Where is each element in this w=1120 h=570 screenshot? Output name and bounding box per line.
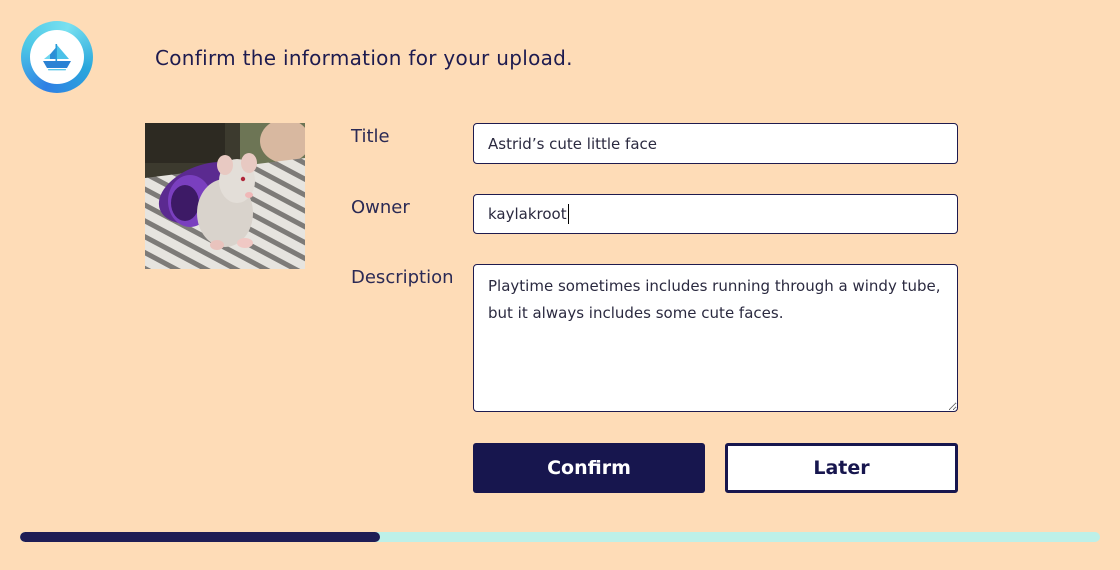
title-input[interactable] <box>473 123 958 164</box>
later-button[interactable]: Later <box>725 443 958 493</box>
upload-preview-image <box>145 123 305 269</box>
confirm-button[interactable]: Confirm <box>473 443 705 493</box>
app-logo <box>21 21 93 93</box>
title-label: Title <box>351 126 390 147</box>
description-label: Description <box>351 267 454 288</box>
logo-badge <box>30 30 84 84</box>
text-cursor <box>567 204 569 224</box>
owner-input[interactable]: kaylakroot <box>473 194 958 234</box>
page-title: Confirm the information for your upload. <box>155 46 573 70</box>
description-textarea[interactable]: Playtime sometimes includes running thro… <box>473 264 958 412</box>
progress-bar <box>20 532 1100 542</box>
ship-icon <box>43 44 71 71</box>
progress-fill <box>20 532 380 542</box>
owner-input-value: kaylakroot <box>488 205 567 223</box>
owner-label: Owner <box>351 197 410 218</box>
